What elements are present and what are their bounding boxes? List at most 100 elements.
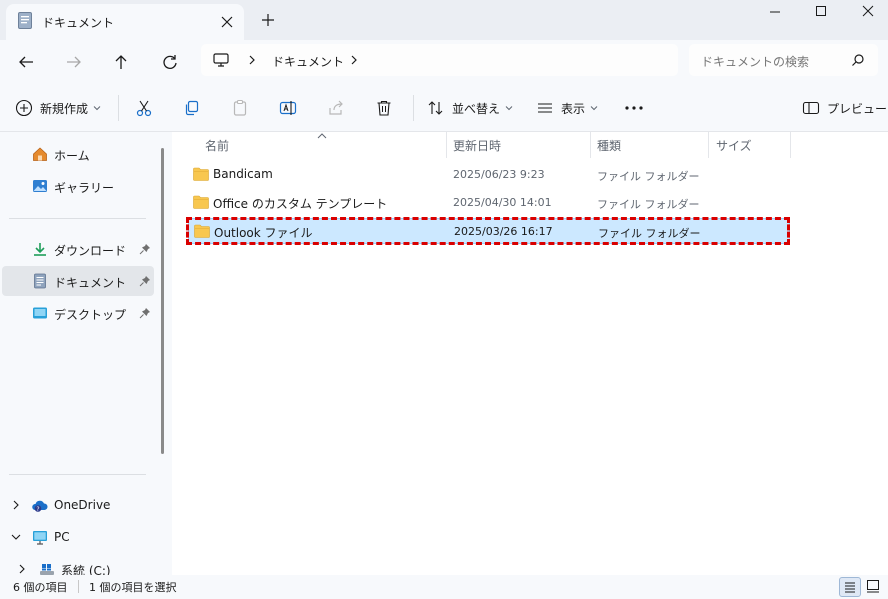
pin-icon[interactable]: [139, 307, 151, 319]
delete-button[interactable]: [375, 96, 393, 120]
document-icon: [34, 273, 46, 289]
pin-icon[interactable]: [139, 275, 151, 287]
home-icon: [33, 147, 47, 161]
file-row[interactable]: Office のカスタム テンプレート 2025/04/30 14:01 ファイ…: [188, 190, 790, 216]
pc-icon: [33, 531, 47, 545]
breadcrumb-documents[interactable]: ドキュメント: [272, 53, 344, 70]
sort-button[interactable]: 並べ替え: [427, 96, 513, 120]
navigation-bar: ドキュメント ドキュメントの検索: [0, 40, 888, 84]
command-bar: 新規作成 並べ替え 表示 プレビュー: [0, 84, 888, 132]
column-type-label: 種類: [597, 139, 622, 153]
item-count: 6 個の項目: [13, 581, 68, 594]
copy-button[interactable]: [183, 96, 201, 120]
file-name: Outlook ファイル: [214, 226, 313, 240]
list-view-icon: [538, 103, 552, 113]
preview-label: プレビュー: [827, 101, 888, 116]
maximize-icon[interactable]: [798, 0, 844, 24]
sort-label: 並べ替え: [452, 101, 501, 116]
forward-arrow-icon[interactable]: [62, 50, 86, 74]
new-label: 新規作成: [40, 101, 89, 116]
sidebar-scrollbar[interactable]: [161, 148, 164, 454]
drive-icon: [40, 564, 54, 575]
column-header-name[interactable]: 名前: [188, 132, 446, 158]
download-icon: [34, 243, 46, 256]
refresh-icon[interactable]: [158, 50, 182, 74]
rename-button[interactable]: [279, 96, 297, 120]
close-window-icon[interactable]: [844, 0, 888, 24]
sidebar-item-downloads[interactable]: ダウンロード: [2, 234, 154, 264]
sidebar-item-home[interactable]: ホーム: [2, 139, 154, 169]
more-options-button[interactable]: [624, 96, 644, 120]
sidebar-item-pc[interactable]: PC: [2, 522, 154, 552]
desktop-icon: [33, 307, 47, 319]
new-tab-plus-icon[interactable]: [259, 11, 277, 29]
sort-arrows-icon: [428, 101, 443, 115]
sidebar-item-desktop[interactable]: デスクトップ: [2, 298, 154, 328]
cut-button[interactable]: [135, 96, 153, 120]
file-name: Office のカスタム テンプレート: [213, 197, 388, 211]
navigation-pane: ホーム ギャラリー ダウンロード ドキュメント デスクトップ ? OneDriv…: [0, 132, 172, 575]
tiles-view-icon: [867, 580, 879, 593]
search-icon[interactable]: [851, 53, 865, 67]
selection-count: 1 個の項目を選択: [89, 581, 177, 594]
sidebar-item-label: OneDrive: [54, 498, 111, 512]
file-type: ファイル フォルダー: [597, 170, 700, 183]
view-button[interactable]: 表示: [536, 96, 598, 120]
paste-button[interactable]: [231, 96, 249, 120]
preview-pane-icon: [802, 101, 820, 115]
gallery-icon: [33, 180, 47, 192]
column-name-label: 名前: [205, 139, 230, 153]
address-bar[interactable]: ドキュメント: [201, 44, 678, 76]
close-tab-icon[interactable]: [218, 13, 236, 31]
document-icon: [18, 12, 32, 29]
chevron-right-icon[interactable]: [348, 52, 360, 68]
divider: [9, 218, 146, 219]
preview-pane-button[interactable]: プレビュー: [802, 96, 887, 120]
share-button[interactable]: [327, 96, 345, 120]
file-type: ファイル フォルダー: [598, 227, 701, 240]
file-row[interactable]: Bandicam 2025/06/23 9:23 ファイル フォルダー: [188, 162, 790, 188]
chevron-right-icon[interactable]: [11, 499, 21, 511]
search-box[interactable]: ドキュメントの検索: [689, 44, 878, 76]
chevron-down-icon[interactable]: [11, 531, 21, 543]
column-header-type[interactable]: 種類: [590, 132, 708, 158]
tab-documents[interactable]: ドキュメント: [6, 4, 244, 40]
divider: [9, 474, 146, 475]
tiles-view-button[interactable]: [863, 577, 885, 597]
more-dots-icon: [625, 106, 643, 110]
file-row-selected[interactable]: Outlook ファイル 2025/03/26 16:17 ファイル フォルダー: [188, 218, 790, 244]
minimize-icon[interactable]: [752, 0, 798, 24]
sidebar-item-label: デスクトップ: [54, 308, 127, 322]
paste-icon: [233, 99, 247, 116]
sidebar-item-gallery[interactable]: ギャラリー: [2, 171, 154, 201]
sidebar-item-documents[interactable]: ドキュメント: [2, 266, 154, 296]
back-arrow-icon[interactable]: [14, 50, 38, 74]
search-placeholder[interactable]: ドキュメントの検索: [701, 53, 809, 70]
sidebar-item-label: ホーム: [54, 149, 90, 163]
sidebar-item-label: 系統 (C:): [61, 564, 111, 575]
pin-icon[interactable]: [139, 243, 151, 255]
chevron-down-icon: [590, 106, 598, 111]
onedrive-icon: ?: [32, 500, 48, 513]
sidebar-item-drive-c[interactable]: 系統 (C:): [14, 554, 154, 575]
sidebar-item-onedrive[interactable]: ? OneDrive: [2, 490, 154, 520]
chevron-right-icon[interactable]: [246, 52, 258, 68]
folder-icon: [193, 195, 209, 209]
add-circle-icon: [15, 99, 33, 117]
sidebar-item-label: ドキュメント: [54, 276, 127, 290]
column-separator[interactable]: [790, 132, 791, 158]
file-name: Bandicam: [213, 167, 273, 181]
details-view-button[interactable]: [839, 577, 861, 597]
up-arrow-icon[interactable]: [109, 50, 133, 74]
trash-icon: [377, 100, 391, 116]
svg-text:?: ?: [36, 506, 39, 513]
share-icon: [329, 100, 343, 115]
chevron-down-icon: [93, 106, 101, 111]
chevron-right-icon[interactable]: [17, 563, 27, 575]
pc-icon[interactable]: [213, 53, 229, 67]
column-header-size[interactable]: サイズ: [708, 132, 790, 158]
column-size-label: サイズ: [716, 139, 752, 153]
column-header-modified[interactable]: 更新日時: [446, 132, 590, 158]
new-button[interactable]: 新規作成: [15, 96, 101, 120]
folder-icon: [193, 167, 209, 181]
